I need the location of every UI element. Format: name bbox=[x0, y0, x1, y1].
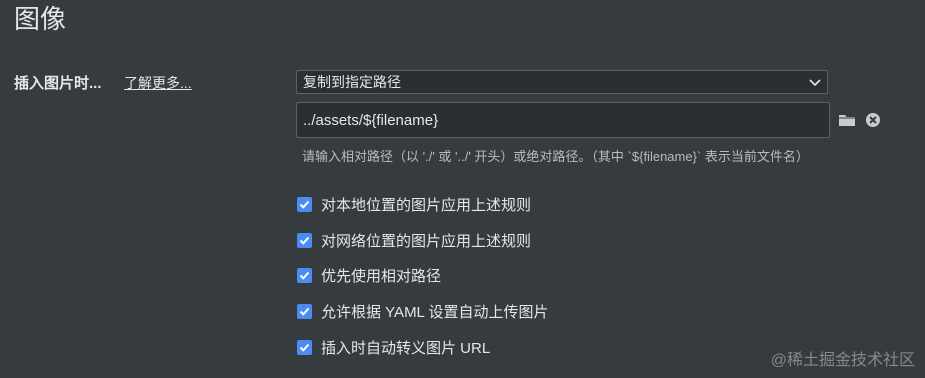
option-network-images[interactable]: 对网络位置的图片应用上述规则 bbox=[297, 230, 531, 250]
clear-icon[interactable] bbox=[864, 112, 882, 128]
option-label: 允许根据 YAML 设置自动上传图片 bbox=[321, 303, 549, 321]
checkbox-checked[interactable] bbox=[297, 339, 312, 355]
option-label: 对本地位置的图片应用上述规则 bbox=[321, 196, 532, 214]
checkbox-checked[interactable] bbox=[297, 303, 312, 319]
checkbox-checked[interactable] bbox=[297, 267, 312, 283]
checkbox-checked[interactable] bbox=[297, 232, 312, 248]
option-label: 对网络位置的图片应用上述规则 bbox=[321, 232, 532, 250]
path-hint: 请输入相对路径（以 './' 或 '../' 开头）或绝对路径。（其中 `${f… bbox=[302, 149, 809, 164]
check-icon bbox=[299, 200, 310, 209]
folder-icon[interactable] bbox=[838, 112, 856, 128]
watermark: @稀土掘金技术社区 bbox=[770, 352, 915, 369]
chevron-down-icon bbox=[809, 79, 821, 87]
check-icon bbox=[299, 343, 310, 352]
option-label: 插入时自动转义图片 URL bbox=[321, 339, 491, 357]
check-icon bbox=[299, 307, 310, 316]
check-icon bbox=[299, 271, 310, 280]
option-yaml-upload[interactable]: 允许根据 YAML 设置自动上传图片 bbox=[297, 301, 549, 321]
check-icon bbox=[299, 236, 310, 245]
option-label: 优先使用相对路径 bbox=[321, 267, 442, 285]
option-escape-url[interactable]: 插入时自动转义图片 URL bbox=[297, 337, 490, 357]
insert-image-action-select[interactable]: 复制到指定路径 bbox=[296, 70, 828, 94]
option-relative-path[interactable]: 优先使用相对路径 bbox=[297, 265, 441, 285]
learn-more-link[interactable]: 了解更多... bbox=[124, 73, 192, 93]
select-value: 复制到指定路径 bbox=[303, 74, 401, 90]
image-path-input[interactable] bbox=[296, 102, 830, 138]
option-local-images[interactable]: 对本地位置的图片应用上述规则 bbox=[297, 194, 531, 214]
page-title: 图像 bbox=[14, 4, 67, 34]
insert-image-label: 插入图片时... bbox=[14, 75, 102, 92]
checkbox-checked[interactable] bbox=[297, 196, 312, 212]
